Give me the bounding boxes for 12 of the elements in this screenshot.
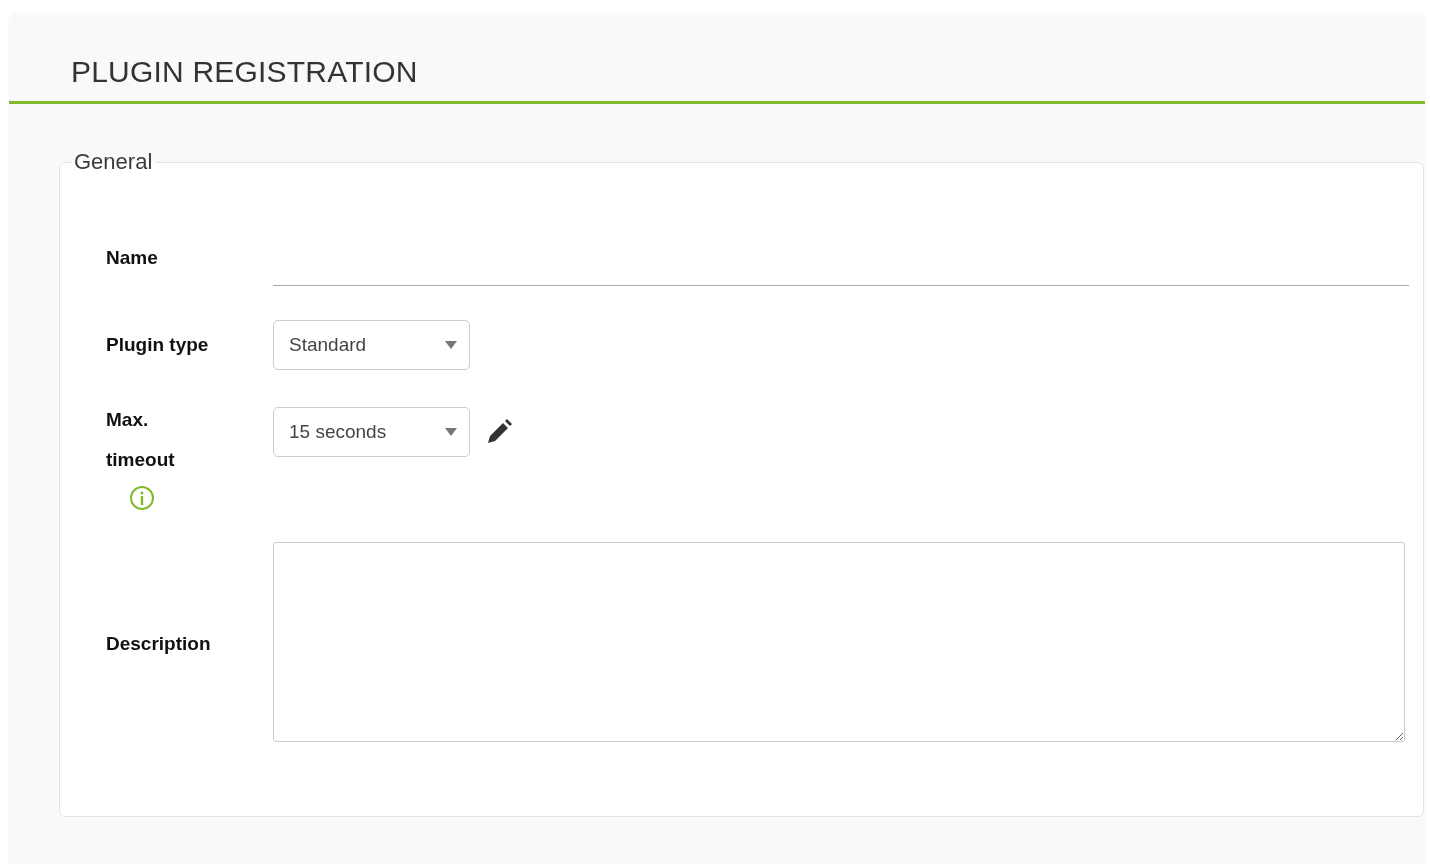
field-label: Plugin type [106,334,209,356]
panel-legend: General [72,149,157,175]
caret-icon [445,428,457,436]
page-title: PLUGIN REGISTRATION [71,55,418,89]
description-field[interactable] [273,542,1405,742]
field-label: Max. timeout [106,408,176,472]
field-label: Description [106,633,211,655]
caret-icon [445,341,457,349]
info-icon[interactable] [128,484,156,512]
select-dropdown[interactable]: Standard [273,320,470,370]
field-label: Name [106,246,158,269]
select-dropdown[interactable]: 15 seconds [273,407,470,457]
